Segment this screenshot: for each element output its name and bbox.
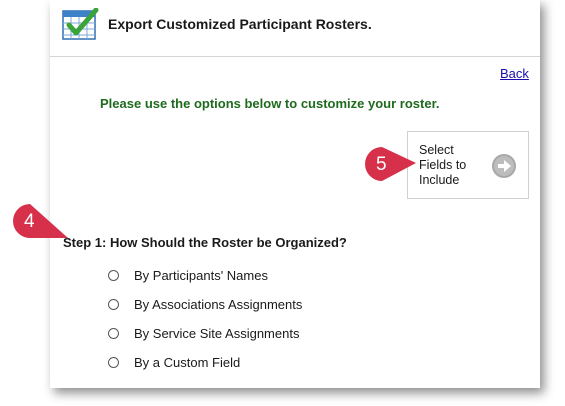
callout-4-marker <box>13 204 68 238</box>
option-associations-assignments[interactable]: By Associations Assignments <box>108 295 302 313</box>
option-label: By Associations Assignments <box>134 296 303 312</box>
option-label: By a Custom Field <box>134 354 241 370</box>
callout-4-number: 4 <box>24 211 35 232</box>
radio-button[interactable] <box>108 356 119 368</box>
radio-button[interactable] <box>108 298 119 310</box>
instructions-text: Please use the options below to customiz… <box>100 96 440 111</box>
page-title: Export Customized Participant Rosters. <box>108 16 372 32</box>
spreadsheet-check-icon <box>62 8 99 40</box>
radio-button[interactable] <box>108 269 119 281</box>
option-service-site-assignments[interactable]: By Service Site Assignments <box>108 324 299 342</box>
select-fields-button[interactable]: Select Fields to Include <box>407 131 529 199</box>
header-divider <box>50 56 540 57</box>
callout-5-number: 5 <box>376 154 387 175</box>
step1-heading: Step 1: How Should the Roster be Organiz… <box>63 235 347 250</box>
option-custom-field[interactable]: By a Custom Field <box>108 353 240 371</box>
callout-5-marker <box>365 147 416 181</box>
option-label: By Participants' Names <box>134 267 268 283</box>
arrow-right-circle-icon <box>492 154 516 178</box>
radio-button[interactable] <box>108 327 119 339</box>
select-fields-label: Select Fields to Include <box>419 143 467 187</box>
option-label: By Service Site Assignments <box>134 325 300 341</box>
option-participants-names[interactable]: By Participants' Names <box>108 266 268 284</box>
back-link[interactable]: Back <box>500 66 529 81</box>
